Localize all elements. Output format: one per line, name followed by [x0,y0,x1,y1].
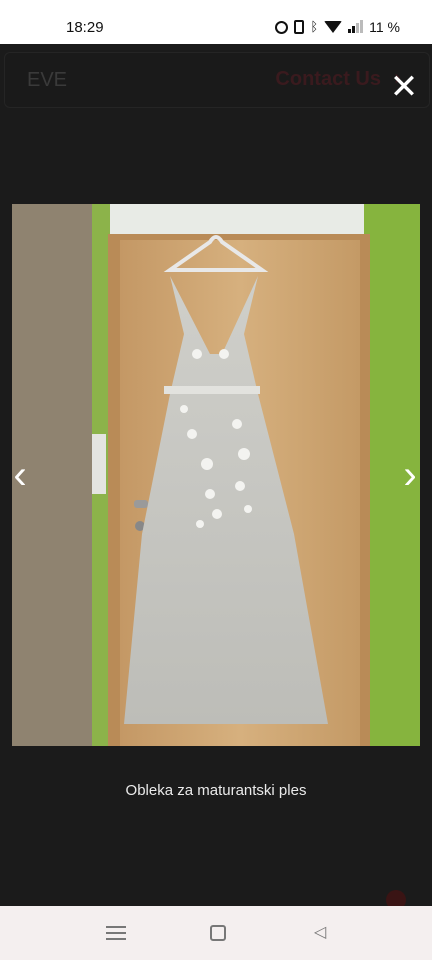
image-caption: Obleka za maturantski ples [125,782,307,799]
close-icon[interactable]: ✕ [388,70,420,104]
status-time: 18:29 [66,19,104,36]
home-button[interactable] [206,922,230,944]
alarm-icon [275,20,289,34]
status-bar: 18:29 ᛒ 11 % [0,0,432,44]
brand-logo: EVE [27,69,68,91]
site-header: EVE Contact Us › [4,52,430,108]
chevron-right-icon[interactable]: › [398,455,422,495]
contact-link: Contact Us [275,68,381,90]
battery-text: 11 % [369,19,400,35]
bluetooth-icon: ᛒ [310,19,319,34]
signal-icon [348,20,364,33]
recent-apps-button[interactable] [104,922,128,944]
navigation-bar: ◁ [0,906,432,960]
dress-image [12,204,420,746]
chevron-left-icon[interactable]: ‹ [8,455,32,495]
status-icons: ᛒ 11 % [275,19,400,35]
dress-photo [12,204,420,746]
back-button[interactable]: ◁ [308,922,332,944]
vibrate-icon [294,20,305,34]
wifi-icon [324,21,343,33]
